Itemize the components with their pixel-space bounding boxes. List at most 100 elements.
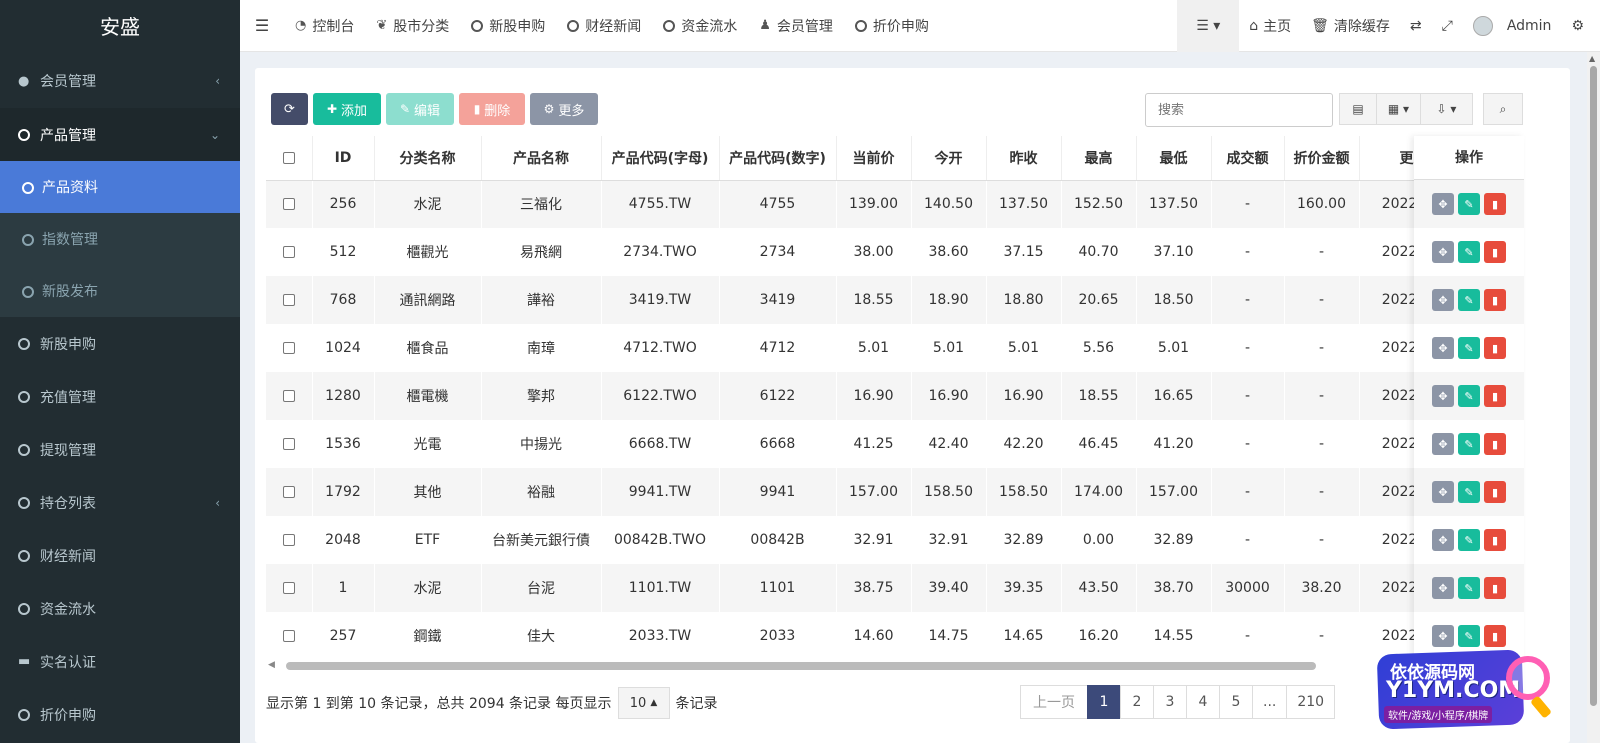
toggle-view-button[interactable]: ▤ [1339,93,1377,125]
sidebar-subitem-index[interactable]: 指数管理 [0,213,240,265]
edit-row-button[interactable]: ✎ [1458,289,1480,311]
row-checkbox[interactable] [266,372,312,420]
scroll-left-icon[interactable]: ◀ [268,660,275,670]
column-header[interactable]: 当前价 [836,136,912,181]
table-row[interactable]: 257 鋼鐵 佳大 2033.TW 2033 14.60 14.75 14.65 16.20 14… [266,612,1454,660]
edit-row-button[interactable]: ✎ [1458,433,1480,455]
drag-icon[interactable]: ✥ [1432,577,1454,599]
table-row[interactable]: 1 水泥 台泥 1101.TW 1101 38.75 39.40 39.35 43.50 38.7… [266,564,1454,612]
drag-icon[interactable]: ✥ [1432,289,1454,311]
drag-icon[interactable]: ✥ [1432,481,1454,503]
page-button[interactable]: 4 [1186,685,1220,719]
row-checkbox[interactable] [266,228,312,276]
table-row[interactable]: 1024 櫃食品 南璋 4712.TWO 4712 5.01 5.01 5.01 5.56 5.0… [266,324,1454,372]
select-all-checkbox[interactable] [266,136,313,181]
row-checkbox[interactable] [266,612,312,660]
edit-row-button[interactable]: ✎ [1458,577,1480,599]
prev-page-button[interactable]: 上一页 [1020,685,1088,719]
row-checkbox[interactable] [266,276,312,324]
advanced-search-button[interactable]: ⌕ [1483,93,1523,125]
sidebar-item-positions[interactable]: 持仓列表 ‹ [0,476,240,529]
row-checkbox[interactable] [266,516,312,564]
table-row[interactable]: 1536 光電 中揚光 6668.TW 6668 41.25 42.40 42.20 46.45… [266,420,1454,468]
delete-row-button[interactable]: ▮ [1484,337,1506,359]
scroll-up-icon[interactable]: ▲ [1589,54,1595,63]
drag-icon[interactable]: ✥ [1432,385,1454,407]
tab-stock-category[interactable]: ❦ 股市分类 [365,0,460,52]
edit-row-button[interactable]: ✎ [1458,241,1480,263]
column-header[interactable]: 昨收 [986,136,1062,181]
delete-row-button[interactable]: ▮ [1484,577,1506,599]
sidebar-item-verify[interactable]: ▬ 实名认证 [0,635,240,688]
delete-row-button[interactable]: ▮ [1484,193,1506,215]
fullscreen-button[interactable]: ⤢ [1432,0,1463,52]
more-tabs-button[interactable]: ☰ ▾ [1177,0,1240,52]
edit-row-button[interactable]: ✎ [1458,481,1480,503]
page-button[interactable]: 5 [1219,685,1253,719]
delete-row-button[interactable]: ▮ [1484,481,1506,503]
page-button[interactable]: 2 [1120,685,1154,719]
column-header[interactable]: 成交额 [1211,136,1285,181]
scrollbar-thumb[interactable] [286,662,1316,670]
tab-news[interactable]: 财经新闻 [556,0,652,52]
edit-row-button[interactable]: ✎ [1458,193,1480,215]
tab-members[interactable]: ♟ 会员管理 [748,0,844,52]
delete-button[interactable]: ▮ 删除 [459,93,525,125]
menu-toggle-icon[interactable]: ☰ [240,16,284,35]
drag-icon[interactable]: ✥ [1432,337,1454,359]
table-row[interactable]: 1792 其他 裕融 9941.TW 9941 157.00 158.50 158.50 174… [266,468,1454,516]
column-header[interactable]: 最高 [1061,136,1137,181]
delete-row-button[interactable]: ▮ [1484,385,1506,407]
edit-row-button[interactable]: ✎ [1458,625,1480,647]
column-header[interactable]: 产品名称 [481,136,602,181]
sidebar-item-member[interactable]: ● 会员管理 ‹ [0,54,240,108]
clear-cache-button[interactable]: 🗑︎ 清除缓存 [1301,0,1400,52]
table-row[interactable]: 768 通訊網路 譁裕 3419.TW 3419 18.55 18.90 18.80 20.65… [266,276,1454,324]
column-header[interactable]: 折价金额 [1284,136,1360,181]
column-header[interactable]: 产品代码(字母) [601,136,720,181]
edit-row-button[interactable]: ✎ [1458,529,1480,551]
home-link[interactable]: ⌂ 主页 [1239,0,1301,52]
table-row[interactable]: 256 水泥 三福化 4755.TW 4755 139.00 140.50 137.50 152… [266,180,1454,228]
sidebar-item-cashflow[interactable]: 资金流水 [0,582,240,635]
column-header[interactable]: 今开 [911,136,987,181]
sidebar-item-ipo[interactable]: 新股申购 [0,317,240,370]
scrollbar-thumb[interactable] [1590,66,1597,706]
export-button[interactable]: ⇩ ▾ [1421,93,1473,125]
tab-discount[interactable]: 折价申购 [844,0,940,52]
tab-dashboard[interactable]: ◔ 控制台 [284,0,365,52]
column-header[interactable]: 最低 [1136,136,1212,181]
more-button[interactable]: ⚙ 更多 [530,93,598,125]
page-button[interactable]: 1 [1087,685,1121,719]
drag-icon[interactable]: ✥ [1432,433,1454,455]
edit-row-button[interactable]: ✎ [1458,337,1480,359]
sidebar-item-discount[interactable]: 折价申购 [0,688,240,741]
columns-button[interactable]: ▦ ▾ [1377,93,1421,125]
table-row[interactable]: 1280 櫃電機 擎邦 6122.TWO 6122 16.90 16.90 16.90 18.5… [266,372,1454,420]
sidebar-item-product[interactable]: 产品管理 ⌄ [0,108,240,161]
page-button[interactable]: 3 [1153,685,1187,719]
horizontal-scrollbar[interactable]: ◀ [266,660,1524,672]
column-header[interactable]: 分类名称 [374,136,482,181]
brand-logo[interactable]: 安盛 [0,0,240,54]
drag-icon[interactable]: ✥ [1432,529,1454,551]
delete-row-button[interactable]: ▮ [1484,289,1506,311]
column-header[interactable]: 产品代码(数字) [719,136,837,181]
settings-button[interactable]: ⚙ [1561,0,1600,52]
refresh-button[interactable]: ⟳ [271,93,308,125]
column-header[interactable]: ID [312,136,375,181]
tab-ipo[interactable]: 新股申购 [460,0,556,52]
page-button[interactable]: 210 [1286,685,1336,719]
table-row[interactable]: 2048 ETF 台新美元銀行債 00842B.TWO 00842B 32.91 32.91… [266,516,1454,564]
delete-row-button[interactable]: ▮ [1484,529,1506,551]
user-menu[interactable]: Admin [1463,0,1562,52]
tab-cashflow[interactable]: 资金流水 [652,0,748,52]
delete-row-button[interactable]: ▮ [1484,433,1506,455]
drag-icon[interactable]: ✥ [1432,193,1454,215]
sidebar-subitem-ipo-publish[interactable]: 新股发布 [0,265,240,317]
table-row[interactable]: 512 櫃觀光 易飛網 2734.TWO 2734 38.00 38.60 37.15 40.7… [266,228,1454,276]
drag-icon[interactable]: ✥ [1432,625,1454,647]
drag-icon[interactable]: ✥ [1432,241,1454,263]
delete-row-button[interactable]: ▮ [1484,625,1506,647]
edit-button[interactable]: ✎ 编辑 [386,93,454,125]
